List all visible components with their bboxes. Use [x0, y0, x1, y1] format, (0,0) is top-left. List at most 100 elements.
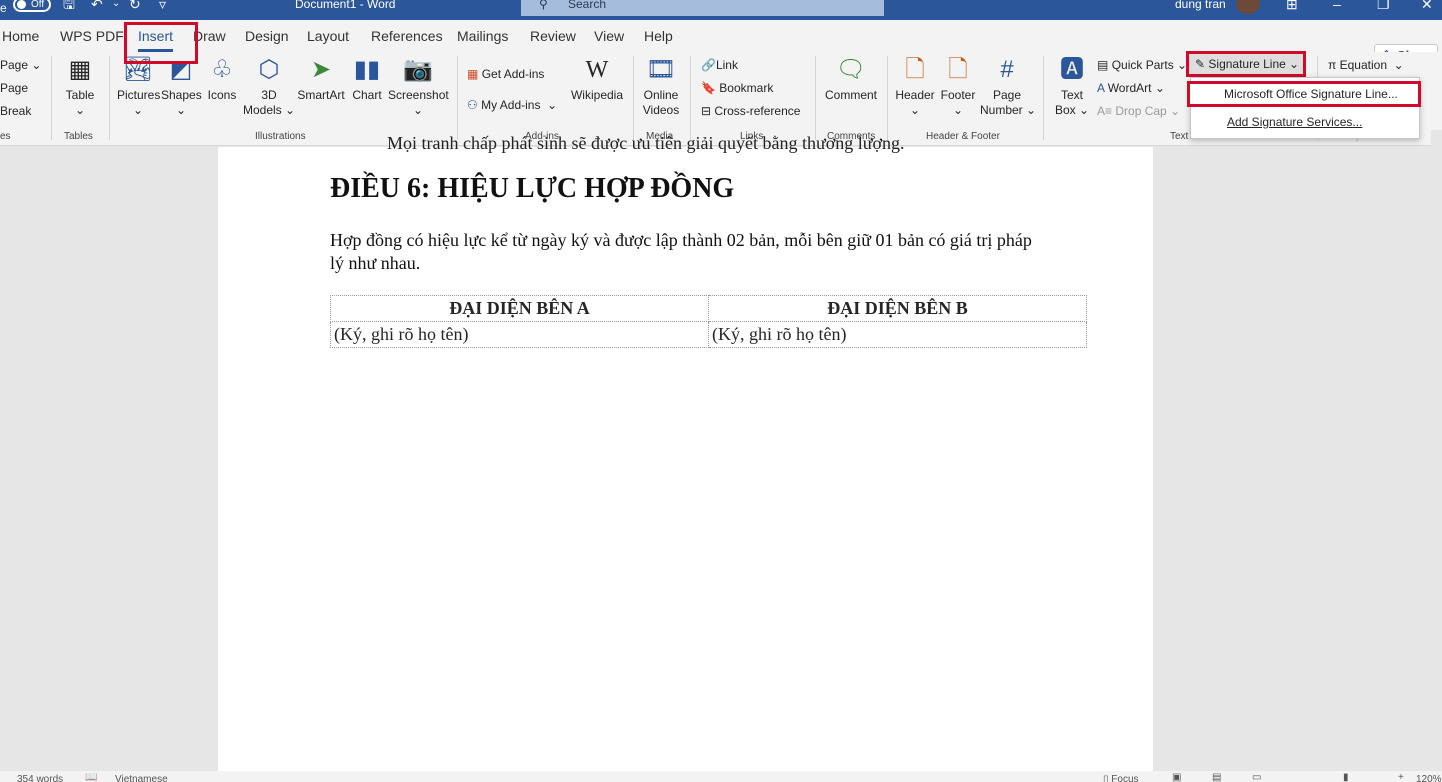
blank-page-button[interactable]: Page [0, 81, 28, 96]
tab-home[interactable]: Home [2, 28, 39, 44]
table-row: ĐẠI DIỆN BÊN A ĐẠI DIỆN BÊN B [330, 295, 1087, 322]
search-placeholder: Search [568, 0, 607, 11]
link-icon: 🔗 [701, 58, 716, 72]
partially-hidden-text: Mọi tranh chấp phát sinh sẽ được ưu tiên… [387, 133, 905, 153]
table-cell-party-b: (Ký, ghi rõ họ tên) [708, 321, 1087, 348]
wikipedia-label: Wikipedia [570, 88, 624, 102]
separator [887, 56, 888, 140]
icons-button[interactable]: ♧ Icons [206, 56, 238, 103]
tab-mailings[interactable]: Mailings [457, 28, 508, 44]
undo-dropdown-icon[interactable]: ⌄ [112, 0, 120, 11]
tab-review[interactable]: Review [530, 28, 576, 44]
menu-item-microsoft-office-signature-line[interactable]: Microsoft Office Signature Line... [1187, 81, 1421, 107]
web-layout-icon[interactable]: ▭ [1252, 772, 1261, 782]
illustrations-group-label: Illustrations [255, 131, 306, 142]
zoom-level[interactable]: 120% [1416, 774, 1442, 782]
screenshot-icon: 📷 [403, 56, 433, 83]
page-break-button[interactable]: Break [0, 104, 31, 119]
cross-reference-button[interactable]: ⊟ Cross-reference [701, 104, 800, 119]
zoom-slider[interactable]: ▮ [1343, 772, 1349, 782]
proofing-icon[interactable]: 📖 [85, 772, 97, 782]
tab-layout[interactable]: Layout [307, 28, 349, 44]
screenshot-button[interactable]: 📷 Screenshot ⌄ [388, 56, 449, 118]
table-row: (Ký, ghi rõ họ tên) (Ký, ghi rõ họ tên) [330, 321, 1087, 348]
smartart-label: SmartArt [297, 88, 345, 102]
read-mode-icon[interactable]: ▣ [1172, 772, 1181, 782]
chevron-down-icon: ⌄ [1288, 57, 1299, 71]
language[interactable]: Vietnamese [115, 774, 168, 782]
drop-cap-button[interactable]: A≡ Drop Cap ⌄ [1097, 104, 1180, 119]
tab-wps-pdf[interactable]: WPS PDF [60, 28, 124, 44]
footer-button[interactable]: 🗋 Footer ⌄ [938, 56, 978, 118]
my-addins-button[interactable]: ⚇ My Add-ins ⌄ [467, 98, 557, 113]
page-number-button[interactable]: # Page Number ⌄ [980, 56, 1036, 118]
video-icon: 🎞 [645, 56, 677, 83]
focus-button[interactable]: ▯ Focus [1103, 774, 1139, 782]
avatar[interactable] [1236, 0, 1260, 14]
header-button[interactable]: 🗋 Header ⌄ [894, 56, 936, 118]
minimize-icon[interactable]: – [1333, 0, 1341, 11]
footer-icon: 🗋 [948, 56, 968, 83]
restore-icon[interactable]: ❐ [1377, 0, 1390, 11]
table-header-party-b: ĐẠI DIỆN BÊN B [708, 295, 1087, 322]
text-box-label-2: Box [1054, 103, 1076, 117]
autosave-state: Off [31, 0, 45, 10]
pictures-button[interactable]: 🏞 Pictures ⌄ [117, 56, 161, 118]
redo-icon[interactable]: ↻ [129, 0, 141, 11]
bookmark-button[interactable]: 🔖 Bookmark [701, 81, 773, 96]
wordart-button[interactable]: A WordArt ⌄ [1097, 81, 1165, 96]
table-button[interactable]: ▦ Table ⌄ [62, 56, 98, 118]
signature-icon: ✎ [1195, 57, 1206, 71]
text-box-button[interactable]: 🅰 Text Box ⌄ [1052, 56, 1092, 118]
menu-item-add-signature-services[interactable]: Add Signature Services... [1227, 115, 1362, 129]
undo-icon[interactable]: ↶ [91, 0, 103, 11]
shapes-button[interactable]: ◩ Shapes ⌄ [161, 56, 202, 118]
user-name[interactable]: dung tran [1175, 0, 1226, 11]
save-icon[interactable]: 🖫 [63, 0, 75, 11]
store-icon: ▦ [467, 67, 479, 81]
cross-reference-icon: ⊟ [701, 104, 712, 118]
pictures-label: Pictures [117, 88, 161, 102]
tab-view[interactable]: View [594, 28, 624, 44]
separator [633, 56, 634, 140]
signature-line-label: Signature Line [1208, 57, 1286, 71]
3d-models-button[interactable]: ⬡ 3D Models ⌄ [243, 56, 295, 118]
screenshot-label: Screenshot [388, 88, 449, 102]
wikipedia-button[interactable]: W Wikipedia [568, 56, 626, 103]
tab-references[interactable]: References [371, 28, 443, 44]
chart-label: Chart [352, 88, 382, 102]
tab-help[interactable]: Help [644, 28, 673, 44]
customize-qat-icon[interactable]: ▿ [159, 0, 166, 11]
signature-line-button[interactable]: ✎ Signature Line ⌄ [1186, 51, 1306, 77]
separator [815, 56, 816, 140]
vertical-scrollbar[interactable] [1431, 130, 1442, 770]
cover-page-button[interactable]: Page ⌄ [0, 58, 41, 73]
comment-label: Comment [824, 88, 877, 102]
comment-button[interactable]: 🗨 Comment [822, 56, 880, 103]
separator [109, 56, 110, 140]
header-icon: 🗋 [905, 56, 925, 83]
equation-button[interactable]: π Equation ⌄ [1328, 58, 1404, 73]
search-box[interactable]: ⚲ Search [521, 0, 884, 16]
get-addins-button[interactable]: ▦ Get Add-ins [467, 67, 544, 82]
addins-icon: ⚇ [467, 98, 478, 112]
quick-parts-button[interactable]: ▤ Quick Parts ⌄ [1097, 58, 1187, 73]
page-number-label-1: Page [992, 88, 1022, 102]
tab-design[interactable]: Design [245, 28, 289, 44]
zoom-in-icon[interactable]: + [1398, 772, 1404, 782]
icons-icon: ♧ [211, 56, 233, 83]
close-icon[interactable]: ✕ [1421, 0, 1433, 11]
ribbon-display-icon[interactable]: ⊞ [1286, 0, 1298, 11]
drop-cap-icon: A≡ [1097, 104, 1113, 118]
smartart-button[interactable]: ➤ SmartArt [296, 56, 346, 103]
smartart-icon: ➤ [310, 56, 332, 83]
chart-button[interactable]: ▮▮ Chart [350, 56, 384, 103]
print-layout-icon[interactable]: ▤ [1212, 772, 1221, 782]
header-footer-group-label: Header & Footer [926, 131, 1000, 142]
online-videos-button[interactable]: 🎞 Online Videos [640, 56, 682, 118]
tables-group-label: Tables [64, 131, 93, 142]
word-count[interactable]: 354 words [17, 774, 63, 782]
autosave-toggle[interactable]: Off [13, 0, 51, 12]
link-button[interactable]: 🔗Link [701, 58, 738, 73]
table-label: Table [65, 88, 95, 102]
